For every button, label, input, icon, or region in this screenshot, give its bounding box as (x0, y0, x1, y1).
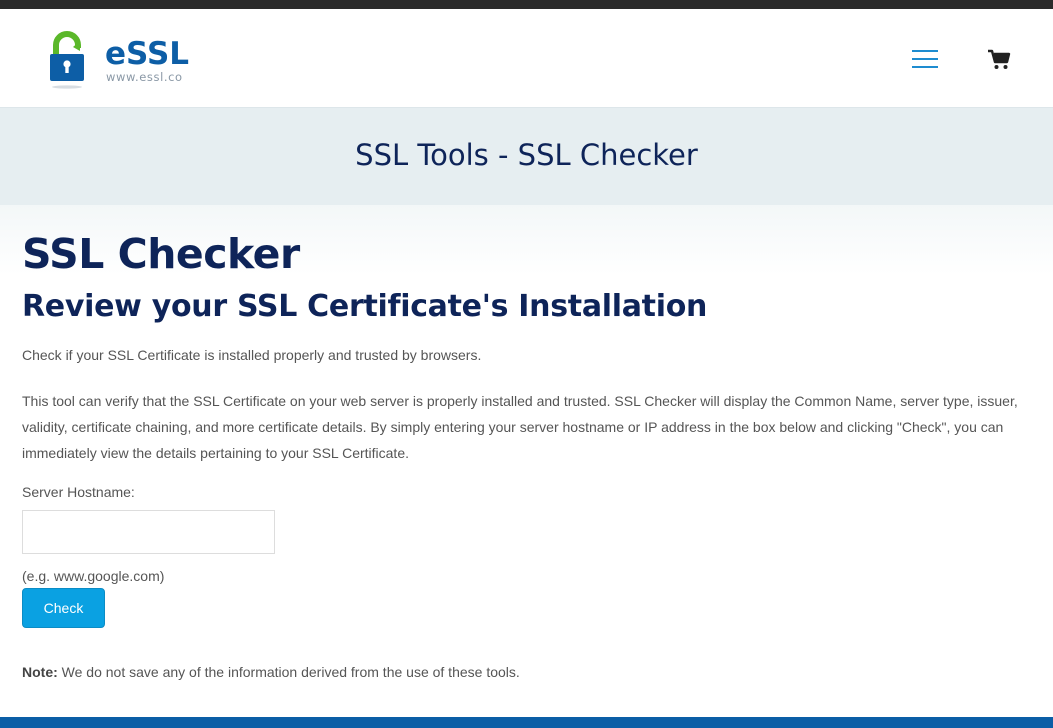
padlock-logo-icon (50, 31, 84, 89)
note-label: Note: (22, 664, 58, 680)
page-subheading: Review your SSL Certificate's Installati… (22, 289, 708, 324)
logo-url: www.essl.co (106, 70, 183, 84)
description-text: This tool can verify that the SSL Certif… (22, 393, 1018, 461)
check-button[interactable]: Check (22, 588, 105, 628)
hostname-input[interactable] (22, 510, 275, 554)
banner-title: SSL Tools - SSL Checker (355, 138, 698, 172)
page-title-banner: SSL Tools - SSL Checker (0, 108, 1053, 205)
page-heading: SSL Checker (22, 230, 300, 278)
shopping-cart-icon[interactable] (987, 47, 1011, 71)
note-text: We do not save any of the information de… (57, 664, 520, 680)
intro-text: Check if your SSL Certificate is install… (22, 347, 482, 363)
logo-wordmark: eSSL (105, 36, 190, 72)
privacy-note: Note: We do not save any of the informat… (22, 664, 520, 680)
top-bar (0, 0, 1053, 9)
site-logo[interactable]: eSSL www.essl.co (46, 31, 196, 91)
site-header: eSSL www.essl.co (0, 9, 1053, 108)
footer-strip (0, 717, 1053, 728)
hostname-hint: (e.g. www.google.com) (22, 568, 165, 584)
hostname-label: Server Hostname: (22, 484, 135, 500)
hamburger-menu-icon[interactable] (912, 50, 938, 68)
